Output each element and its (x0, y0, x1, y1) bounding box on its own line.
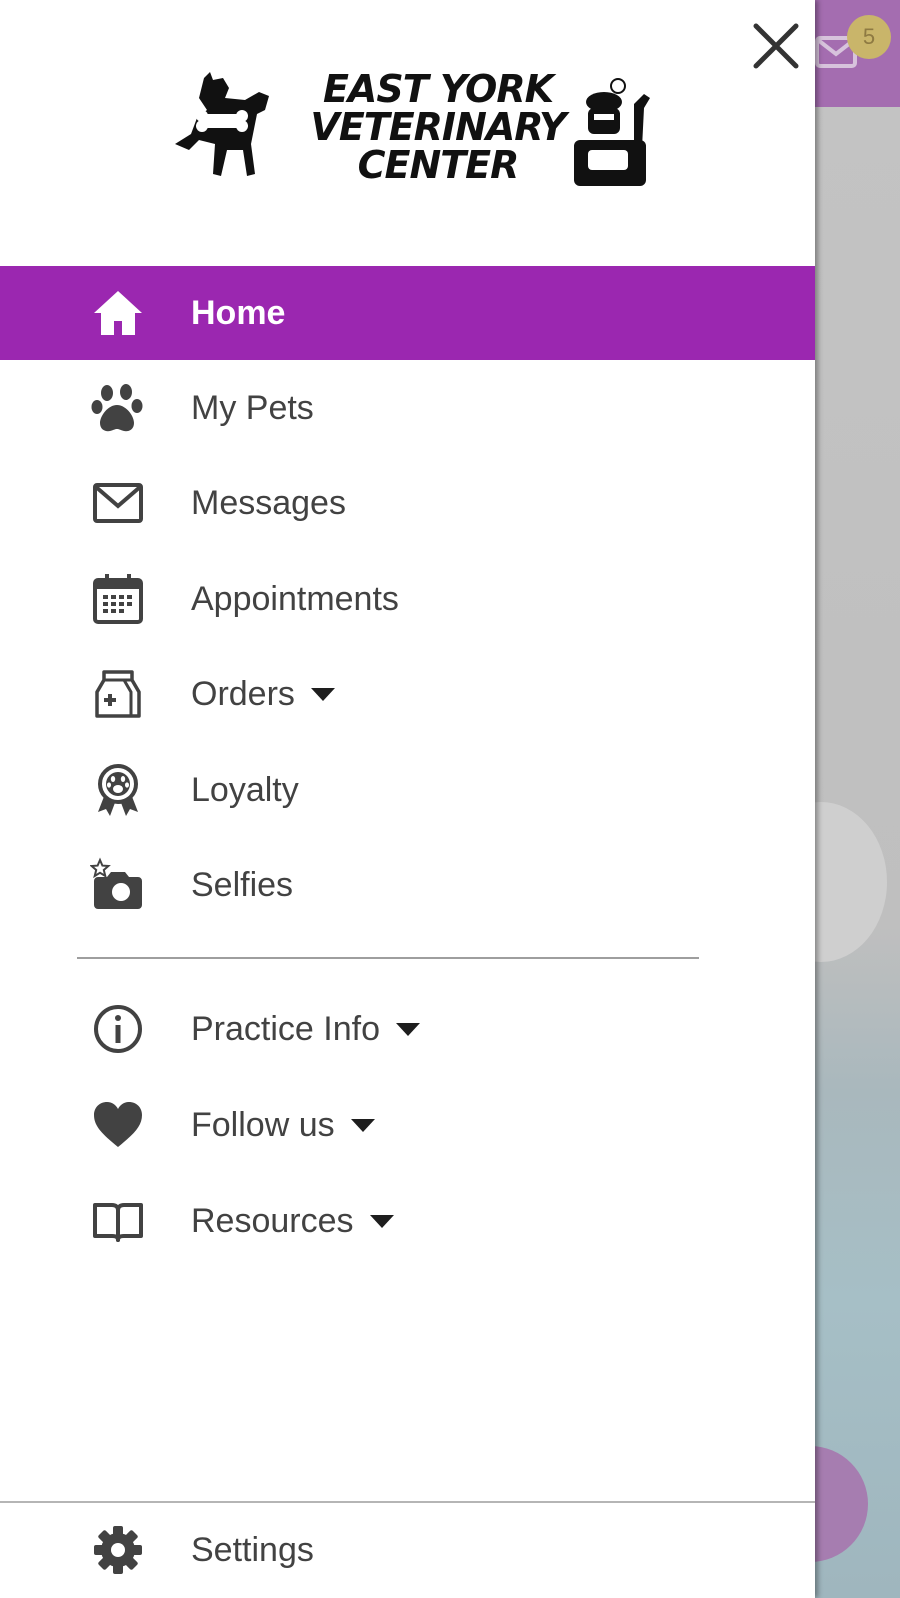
menu-item-messages[interactable]: Messages (0, 456, 815, 550)
practice-logo: EAST YORK VETERINARY CENTER (164, 70, 654, 192)
food-bag-icon (90, 666, 146, 722)
follow-us-label-text: Follow us (191, 1106, 335, 1144)
resources-label-text: Resources (191, 1202, 354, 1240)
orders-label-text: Orders (191, 675, 295, 713)
chevron-down-icon[interactable] (395, 1022, 420, 1036)
menu-item-label: Messages (191, 484, 346, 522)
logo-line-1: EAST YORK (322, 67, 554, 111)
logo-line-2: VETERINARY (310, 105, 566, 149)
close-icon (753, 23, 799, 69)
menu-item-orders[interactable]: Orders (0, 647, 815, 741)
background-notification-badge: 5 (847, 15, 891, 59)
chevron-down-icon[interactable] (310, 687, 335, 701)
menu-item-label: Settings (191, 1531, 314, 1569)
navigation-drawer: EAST YORK VETERINARY CENTER Home My Pets… (0, 0, 815, 1598)
practice-info-label-text: Practice Info (191, 1010, 380, 1048)
menu-item-follow-us[interactable]: Follow us (0, 1078, 815, 1172)
chevron-down-icon[interactable] (369, 1214, 394, 1228)
envelope-icon (90, 475, 146, 531)
menu-item-label: Resources (191, 1174, 394, 1268)
menu-item-label: My Pets (191, 389, 314, 427)
menu-item-home[interactable]: Home (0, 266, 815, 360)
menu-item-loyalty[interactable]: Loyalty (0, 743, 815, 837)
menu-item-label: Orders (191, 647, 335, 741)
menu-item-practice-info[interactable]: Practice Info (0, 982, 815, 1076)
chevron-down-icon[interactable] (350, 1118, 375, 1132)
book-icon (90, 1193, 146, 1249)
menu-item-selfies[interactable]: Selfies (0, 838, 815, 932)
menu-item-label: Practice Info (191, 982, 420, 1076)
menu-item-label: Appointments (191, 580, 399, 618)
menu-item-label: Selfies (191, 866, 294, 904)
menu-item-resources[interactable]: Resources (0, 1174, 815, 1268)
menu-item-appointments[interactable]: Appointments (0, 552, 815, 646)
menu-item-settings[interactable]: Settings (0, 1503, 815, 1597)
menu-item-label: Home (191, 294, 286, 332)
veterinarian-logo-icon (574, 78, 650, 186)
menu-divider (77, 957, 699, 959)
heart-icon (90, 1097, 146, 1153)
close-button[interactable] (748, 18, 804, 74)
logo-wordmark: EAST YORK VETERINARY CENTER (288, 70, 588, 192)
menu-item-label: Follow us (191, 1078, 375, 1172)
home-icon (90, 285, 146, 341)
logo-line-3: CENTER (357, 143, 520, 187)
menu-item-label: Loyalty (191, 771, 299, 809)
camera-icon (90, 857, 146, 913)
calendar-icon (90, 571, 146, 627)
dog-cat-logo-icon (175, 72, 269, 176)
award-ribbon-icon (90, 762, 146, 818)
gear-icon (90, 1522, 146, 1578)
paw-icon (90, 380, 146, 436)
menu-item-my-pets[interactable]: My Pets (0, 361, 815, 455)
info-icon (90, 1001, 146, 1057)
